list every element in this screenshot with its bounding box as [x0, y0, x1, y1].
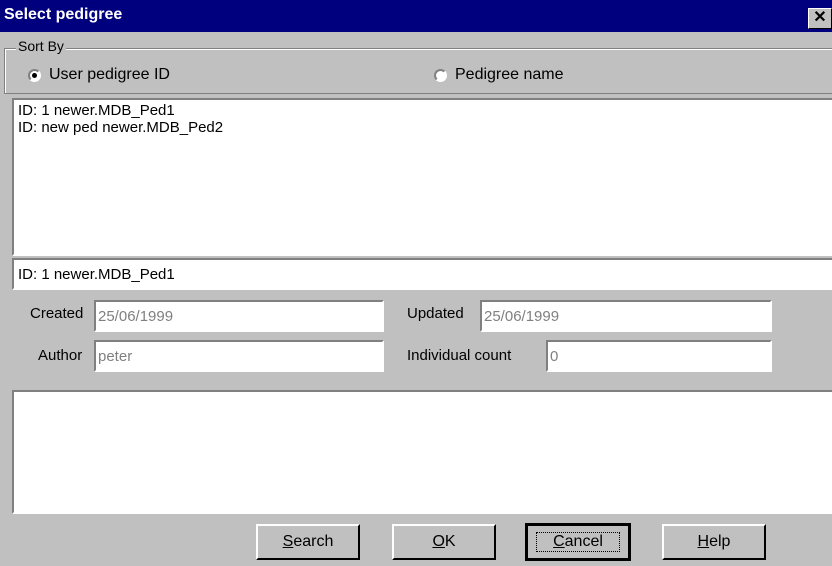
window-title: Select pedigree [4, 6, 123, 23]
selected-pedigree-field[interactable]: ID: 1 newer.MDB_Ped1 [12, 258, 832, 290]
notes-area[interactable] [12, 390, 832, 514]
ok-button[interactable]: OK [392, 524, 496, 560]
radio-selected-icon [28, 68, 41, 82]
author-field[interactable]: peter [94, 340, 384, 372]
title-bar[interactable]: Select pedigree ✕ [0, 0, 832, 32]
radio-user-pedigree-id[interactable]: User pedigree ID [28, 66, 170, 84]
close-icon[interactable]: ✕ [808, 8, 832, 29]
individual-count-field[interactable]: 0 [546, 340, 772, 372]
author-label: Author [38, 347, 83, 364]
created-field[interactable]: 25/06/1999 [94, 300, 384, 332]
created-label: Created [30, 305, 84, 322]
select-pedigree-dialog: Select pedigree ✕ Sort By User pedigree … [0, 0, 832, 566]
list-item[interactable]: ID: 1 newer.MDB_Ped1 [18, 102, 828, 119]
updated-label: Updated [407, 305, 464, 322]
help-button[interactable]: Help [662, 524, 766, 560]
cancel-button[interactable]: Cancel [525, 523, 631, 561]
sort-by-label: Sort By [16, 38, 66, 54]
focus-rectangle [536, 532, 620, 552]
radio-label: Pedigree name [455, 66, 564, 83]
individual-count-label: Individual count [407, 347, 512, 364]
search-button[interactable]: Search [256, 524, 360, 560]
updated-field[interactable]: 25/06/1999 [480, 300, 772, 332]
radio-pedigree-name[interactable]: Pedigree name [434, 66, 564, 84]
pedigree-list[interactable]: ID: 1 newer.MDB_Ped1 ID: new ped newer.M… [12, 98, 832, 256]
radio-unselected-icon [434, 68, 447, 82]
radio-label: User pedigree ID [49, 66, 170, 83]
list-item[interactable]: ID: new ped newer.MDB_Ped2 [18, 119, 828, 136]
